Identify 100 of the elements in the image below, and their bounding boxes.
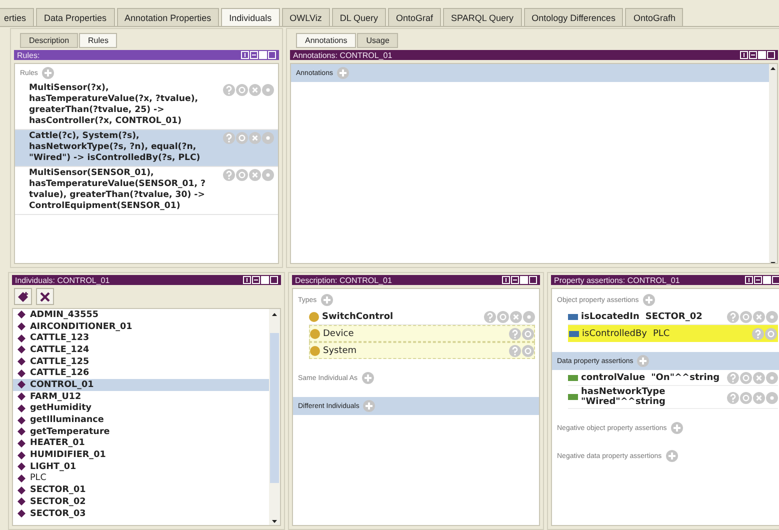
individual-item[interactable]: HUMIDIFIER_01 xyxy=(13,449,269,461)
explain-icon[interactable] xyxy=(727,372,739,384)
individual-item[interactable]: CATTLE_123 xyxy=(13,332,269,344)
view-controls-icon[interactable] xyxy=(502,276,537,284)
individual-item[interactable]: CONTROL_01 xyxy=(13,379,269,391)
view-controls-icon[interactable] xyxy=(745,276,779,284)
explain-icon[interactable] xyxy=(223,169,235,181)
annotate-icon[interactable] xyxy=(497,311,509,323)
delete-icon[interactable] xyxy=(510,311,522,323)
individual-item[interactable]: FARM_U12 xyxy=(13,390,269,402)
tab[interactable]: Ontology Differences xyxy=(524,8,624,26)
tab[interactable]: Annotation Properties xyxy=(116,8,220,26)
edit-icon[interactable] xyxy=(262,84,274,96)
individual-name: SECTOR_02 xyxy=(30,496,86,507)
entry-row[interactable]: System xyxy=(309,342,535,359)
tab[interactable]: Description xyxy=(20,33,78,48)
entry-row[interactable]: controlValue "On"^^string xyxy=(568,370,778,386)
tab[interactable]: OntoGraf xyxy=(388,8,442,26)
annotate-icon[interactable] xyxy=(740,392,752,404)
tab[interactable]: Annotations xyxy=(296,33,356,48)
edit-icon[interactable] xyxy=(766,372,778,384)
explain-icon[interactable] xyxy=(509,345,521,357)
add-icon[interactable] xyxy=(670,422,683,434)
delete-individual-button[interactable] xyxy=(36,288,54,305)
edit-icon[interactable] xyxy=(766,311,778,323)
tab[interactable]: OWLViz xyxy=(282,8,330,26)
view-controls-icon[interactable] xyxy=(740,51,775,59)
tab[interactable]: SPARQL Query xyxy=(443,8,522,26)
individual-name: CONTROL_01 xyxy=(30,380,94,390)
entry-label: isLocatedIn xyxy=(581,312,640,322)
individual-item[interactable]: ADMIN_43555 xyxy=(13,309,269,321)
annotate-icon[interactable] xyxy=(522,345,534,357)
annotate-icon[interactable] xyxy=(236,132,248,144)
add-individual-button[interactable] xyxy=(14,288,32,305)
add-icon[interactable] xyxy=(363,400,376,412)
entry-row[interactable]: Device xyxy=(309,325,535,342)
delete-icon[interactable] xyxy=(249,132,261,144)
explain-icon[interactable] xyxy=(223,132,235,144)
explain-icon[interactable] xyxy=(727,392,739,404)
explain-icon[interactable] xyxy=(509,328,521,340)
entry-row[interactable]: hasNetworkType "Wired"^^string xyxy=(568,386,778,409)
annotate-icon[interactable] xyxy=(765,328,777,340)
tab[interactable]: erties xyxy=(0,8,34,26)
explain-icon[interactable] xyxy=(727,311,739,323)
edit-icon[interactable] xyxy=(523,311,535,323)
add-icon[interactable] xyxy=(320,294,333,306)
individual-item[interactable]: CATTLE_126 xyxy=(13,367,269,380)
scrollbar[interactable] xyxy=(769,64,777,263)
individual-item[interactable]: HEATER_01 xyxy=(13,438,269,450)
explain-icon[interactable] xyxy=(223,84,235,96)
delete-icon[interactable] xyxy=(249,84,261,96)
add-icon[interactable] xyxy=(362,372,374,384)
annotate-icon[interactable] xyxy=(740,372,752,384)
individual-item[interactable]: AIRCONDITIONER_01 xyxy=(13,320,269,332)
individual-item[interactable]: getHumidity xyxy=(13,402,269,414)
entry-label: Device xyxy=(323,328,354,338)
add-icon[interactable] xyxy=(642,294,655,306)
entry-row[interactable]: isControlledBy PLC xyxy=(568,325,778,342)
rule-row[interactable]: Cattle(?c), System(?s), hasNetworkType(?s, ?n), equal(?n, "Wired") -> isControlledBy(?s, PLC) xyxy=(15,130,278,167)
diamond-icon xyxy=(17,290,29,302)
individual-item[interactable]: LIGHT_01 xyxy=(13,460,269,473)
individual-item[interactable]: CATTLE_124 xyxy=(13,344,269,356)
add-icon[interactable] xyxy=(637,355,650,367)
add-icon[interactable] xyxy=(336,67,349,79)
individual-item[interactable]: SECTOR_03 xyxy=(13,508,269,520)
view-title: Rules: xyxy=(17,50,40,60)
entry-label: isControlledBy xyxy=(582,328,647,338)
rule-row[interactable]: MultiSensor(SENSOR_01), hasTemperatureValue(SENSOR_01, ?tvalue), greaterThan(?tvalue, 30) -> ControlEquipment(SENSOR_01) xyxy=(15,167,278,215)
individual-item[interactable]: CATTLE_125 xyxy=(13,356,269,368)
delete-icon xyxy=(39,290,51,302)
annotate-icon[interactable] xyxy=(236,169,248,181)
annotate-icon[interactable] xyxy=(236,84,248,96)
scrollbar[interactable] xyxy=(269,309,280,525)
individual-item[interactable]: PLC xyxy=(13,472,269,484)
individual-name: SECTOR_01 xyxy=(30,485,86,496)
tab[interactable]: Individuals xyxy=(221,8,280,26)
edit-icon[interactable] xyxy=(262,132,274,144)
individual-item[interactable]: getTemperature xyxy=(13,426,269,438)
tab[interactable]: Data Properties xyxy=(36,8,115,26)
edit-icon[interactable] xyxy=(262,169,274,181)
view-controls-icon[interactable] xyxy=(243,276,278,284)
add-icon[interactable] xyxy=(42,67,54,79)
explain-icon[interactable] xyxy=(752,328,764,340)
add-icon[interactable] xyxy=(666,450,678,462)
tab[interactable]: Rules xyxy=(79,33,118,48)
delete-icon[interactable] xyxy=(753,372,765,384)
delete-icon[interactable] xyxy=(249,169,261,181)
edit-icon[interactable] xyxy=(766,392,778,404)
delete-icon[interactable] xyxy=(753,311,765,323)
tab[interactable]: Usage xyxy=(357,33,398,48)
tab[interactable]: DL Query xyxy=(332,8,386,26)
individual-item[interactable]: SECTOR_01 xyxy=(13,484,269,496)
annotate-icon[interactable] xyxy=(522,328,534,340)
view-controls-icon[interactable] xyxy=(241,51,276,59)
annotate-icon[interactable] xyxy=(740,311,752,323)
explain-icon[interactable] xyxy=(484,311,496,323)
individual-item[interactable]: getIlluminance xyxy=(13,414,269,426)
individual-item[interactable]: SECTOR_02 xyxy=(13,496,269,508)
delete-icon[interactable] xyxy=(753,392,765,404)
tab[interactable]: OntoGrafh xyxy=(625,8,684,26)
